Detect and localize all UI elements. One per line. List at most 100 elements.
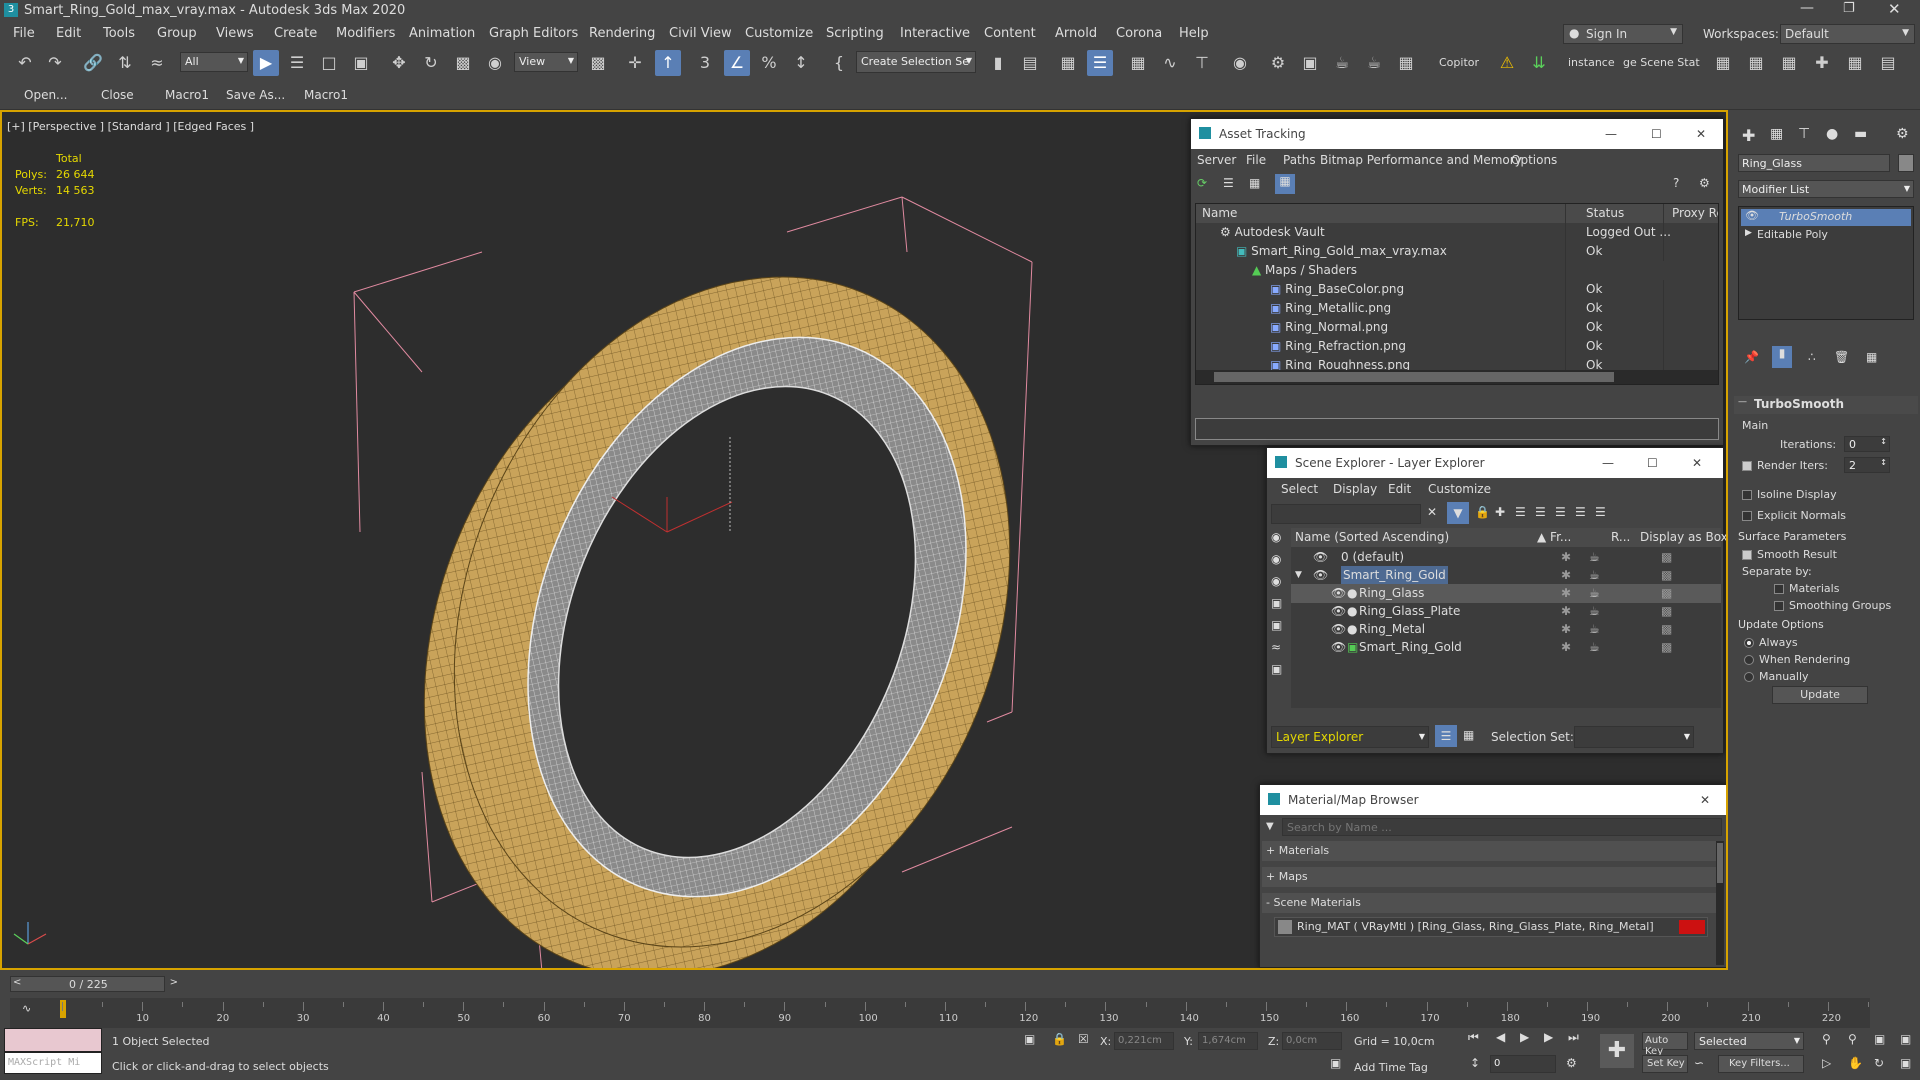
layers-icon[interactable]: ☰ [1535, 505, 1546, 519]
menu-views[interactable]: Views [216, 26, 254, 41]
box-icon[interactable]: ▩ [1661, 638, 1672, 657]
menu-create[interactable]: Create [274, 26, 317, 41]
render-iters-spinner[interactable]: 2 ↕ [1844, 457, 1890, 473]
pan-icon[interactable]: ✋ [1848, 1056, 1863, 1070]
eye-icon[interactable]: 👁 [1331, 620, 1346, 639]
menu-rendering[interactable]: Rendering [589, 26, 655, 41]
spinner-arrows-icon[interactable]: ↕ [1880, 437, 1887, 446]
update-when-rendering-radio[interactable]: When Rendering [1744, 653, 1850, 666]
render-icon[interactable]: ☕ [1589, 584, 1600, 603]
y-coordinate-field[interactable]: 1,674cm [1198, 1032, 1258, 1050]
table-view-icon[interactable]: ▦ [1249, 176, 1260, 190]
viewport-layout-icon[interactable]: ▤ [1875, 50, 1901, 76]
update-manually-radio[interactable]: Manually [1744, 670, 1809, 683]
modifier-stack-item[interactable]: 👁 TurboSmooth [1741, 209, 1911, 226]
freeze-icon[interactable]: ✱ [1561, 548, 1571, 567]
auto-key-button[interactable]: Auto Key [1642, 1032, 1688, 1057]
timeline-track[interactable]: ∿ 10 20 30 40 50 60 70 80 90 100 110 120 130 140 150 16… [10, 998, 1870, 1028]
display-spacewarps-icon[interactable]: ≈ [1271, 640, 1281, 654]
explorer-menu-select[interactable]: Select [1281, 482, 1318, 496]
time-tag-icon[interactable]: ▣ [1330, 1056, 1341, 1070]
materials-section[interactable]: + Materials [1262, 841, 1716, 861]
freeze-icon[interactable]: ✱ [1561, 602, 1571, 621]
render-iters-checkbox[interactable]: Render Iters: [1742, 459, 1828, 472]
macro-open-button[interactable]: Open... [24, 88, 68, 102]
snaps-toggle-icon[interactable]: 3 [692, 50, 718, 76]
minimize-icon[interactable]: — [1800, 0, 1814, 16]
menu-interactive[interactable]: Interactive [900, 26, 970, 41]
next-frame-icon[interactable]: ▶ [1544, 1030, 1553, 1044]
unlink-icon[interactable]: ⇅ [112, 50, 138, 76]
go-to-end-icon[interactable]: ⏭ [1568, 1030, 1579, 1045]
box-icon[interactable]: ▩ [1661, 548, 1672, 567]
manipulate-icon[interactable]: ✛ [622, 50, 648, 76]
current-frame-field[interactable]: 0 [1490, 1055, 1556, 1073]
display-groups-icon[interactable]: ▣ [1271, 662, 1282, 676]
eye-icon[interactable]: 👁 [1745, 209, 1759, 222]
display-geometry-icon[interactable]: ◉ [1271, 552, 1281, 566]
motion-tab-icon[interactable]: ● [1826, 126, 1838, 142]
asset-row[interactable]: ▣ Ring_BaseColor.png Ok [1196, 280, 1718, 299]
time-configuration-icon[interactable]: ⚙ [1566, 1056, 1577, 1070]
menu-group[interactable]: Group [157, 26, 197, 41]
viewport-layout-icon[interactable]: ▦ [1842, 50, 1868, 76]
box-icon[interactable]: ▩ [1661, 584, 1672, 603]
menu-civil-view[interactable]: Civil View [669, 26, 732, 41]
smoothing-groups-checkbox[interactable]: Smoothing Groups [1774, 599, 1891, 612]
isolate-selection-icon[interactable]: ▣ [1024, 1032, 1035, 1046]
material-entry[interactable]: Ring_MAT ( VRayMtl ) [Ring_Glass, Ring_G… [1274, 917, 1708, 937]
eye-icon[interactable]: 👁 [1313, 566, 1328, 585]
render-production-icon[interactable]: ☕ [1329, 50, 1355, 76]
render-in-cloud-icon[interactable]: ▦ [1393, 50, 1419, 76]
help-icon[interactable]: ? [1673, 176, 1679, 190]
spinner-arrows-icon[interactable]: ↕ [1880, 458, 1887, 467]
eye-icon[interactable]: 👁 [1313, 548, 1328, 567]
utilities-tab-icon[interactable]: ⚙ [1896, 126, 1909, 142]
materials-checkbox[interactable]: Materials [1774, 582, 1839, 595]
modify-tab-icon[interactable]: ▦ [1770, 126, 1783, 142]
z-coordinate-field[interactable]: 0,0cm [1282, 1032, 1342, 1050]
x-coordinate-field[interactable]: 0,221cm [1114, 1032, 1174, 1050]
render-setup-icon[interactable]: ⚙ [1265, 50, 1291, 76]
asset-menu-file[interactable]: File [1246, 153, 1266, 167]
explorer-menu-display[interactable]: Display [1333, 482, 1377, 496]
menu-corona[interactable]: Corona [1116, 26, 1162, 41]
align-icon[interactable]: ▤ [1017, 50, 1043, 76]
asset-row[interactable]: ▣ Smart_Ring_Gold_max_vray.max Ok [1196, 242, 1718, 261]
reference-coordinate-dropdown[interactable]: View ▼ [514, 52, 578, 72]
scene-materials-section[interactable]: - Scene Materials [1262, 893, 1716, 913]
menu-customize[interactable]: Customize [745, 26, 813, 41]
move-icon[interactable]: ✥ [386, 50, 412, 76]
show-end-result-icon[interactable]: ▮ [1772, 346, 1792, 368]
hierarchy-tab-icon[interactable]: ⊤ [1798, 126, 1810, 142]
eye-icon[interactable]: 👁 [1331, 584, 1346, 603]
chevron-left-icon[interactable]: < [13, 977, 21, 988]
key-filter-icon[interactable]: ∽ [1694, 1056, 1704, 1070]
isoline-display-checkbox[interactable]: Isoline Display [1742, 488, 1837, 501]
viewport-layout-icon[interactable]: ▦ [1743, 50, 1769, 76]
curve-toggle-icon[interactable]: ∿ [22, 1002, 31, 1015]
scene-explorer-icon[interactable]: ▦ [1055, 50, 1081, 76]
freeze-icon[interactable]: ✱ [1561, 638, 1571, 657]
chevron-right-icon[interactable]: > [170, 977, 178, 988]
menu-edit[interactable]: Edit [56, 26, 81, 41]
bind-spacewarp-icon[interactable]: ≈ [144, 50, 170, 76]
render-icon[interactable]: ☕ [1589, 602, 1600, 621]
asset-menu-server[interactable]: Server [1197, 153, 1236, 167]
absolute-mode-icon[interactable]: ☒ [1078, 1032, 1089, 1046]
close-icon[interactable]: ✕ [1696, 119, 1706, 149]
update-always-radio[interactable]: Always [1744, 636, 1798, 649]
key-mode-icon[interactable]: ↕ [1470, 1056, 1480, 1070]
asset-menu-bitmap-performance[interactable]: Bitmap Performance and Memory [1320, 153, 1522, 167]
add-time-tag-button[interactable]: Add Time Tag [1354, 1061, 1428, 1074]
material-editor-icon[interactable]: ◉ [1227, 50, 1253, 76]
zoom-all-icon[interactable]: ⚲ [1848, 1032, 1857, 1046]
layer-row[interactable]: 👁 ● Ring_Glass ✱ ☕ ▩ [1291, 584, 1721, 603]
selection-set-dropdown[interactable]: ▼ [1574, 726, 1694, 748]
list-view-icon[interactable]: ☰ [1223, 176, 1234, 190]
display-none-icon[interactable]: ◉ [1271, 530, 1281, 544]
go-to-start-icon[interactable]: ⏮ [1468, 1030, 1479, 1045]
asset-tracking-titlebar[interactable]: Asset Tracking — ☐ ✕ [1191, 119, 1723, 149]
explorer-menu-edit[interactable]: Edit [1388, 482, 1411, 496]
play-icon[interactable]: ▶ [1520, 1030, 1529, 1044]
